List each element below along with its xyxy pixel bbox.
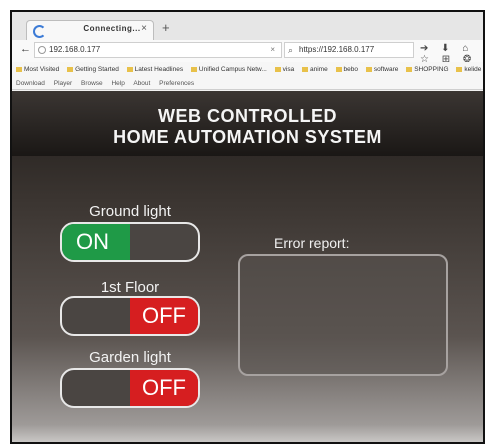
toggle-state-off: OFF xyxy=(130,370,198,406)
tab-title: Connecting... xyxy=(83,24,141,33)
addon-about[interactable]: About xyxy=(133,80,150,87)
bookmark-item[interactable]: Getting Started xyxy=(67,66,119,73)
addon-browse[interactable]: Browse xyxy=(81,80,103,87)
addon-preferences[interactable]: Preferences xyxy=(159,80,194,87)
bookmark-item[interactable]: Latest Headlines xyxy=(126,66,183,73)
ground-light-toggle[interactable]: ON xyxy=(60,222,200,262)
garden-light-toggle[interactable]: OFF xyxy=(60,368,200,408)
toggle-state-on: ON xyxy=(62,224,130,260)
new-tab-button[interactable]: + xyxy=(162,20,170,36)
error-report-label: Error report: xyxy=(274,235,350,251)
addon-toolbar: Download Player Browse Help About Prefer… xyxy=(12,77,483,90)
page-title-line1: WEB CONTROLLED xyxy=(158,106,337,126)
first-floor-label: 1st Floor xyxy=(100,279,160,296)
bookmark-item[interactable]: Most Visited xyxy=(16,66,59,73)
address-bar[interactable]: 192.168.0.177 × xyxy=(34,42,282,58)
addon-help[interactable]: Help xyxy=(111,80,124,87)
clear-url-icon[interactable]: × xyxy=(270,43,275,57)
search-box[interactable]: ⌕ https://192.168.0.177 xyxy=(284,42,414,58)
site-info-icon[interactable] xyxy=(38,46,46,54)
page-title-line2: HOME AUTOMATION SYSTEM xyxy=(113,127,382,147)
browser-tab[interactable]: Connecting... × xyxy=(26,20,154,40)
bookmark-item[interactable]: visa xyxy=(274,66,294,73)
bookmark-item[interactable]: software xyxy=(365,66,398,73)
screenshot-frame: Connecting... × + ← 192.168.0.177 × ⌕ ht… xyxy=(10,10,485,444)
navigation-toolbar: ← 192.168.0.177 × ⌕ https://192.168.0.17… xyxy=(12,40,483,65)
toggle-state-off: OFF xyxy=(130,298,198,334)
tab-bar: Connecting... × + xyxy=(12,12,483,40)
bookmark-item[interactable]: bebo xyxy=(335,66,358,73)
error-report-box xyxy=(238,254,448,376)
bookmark-item[interactable]: anime xyxy=(302,66,328,73)
first-floor-toggle[interactable]: OFF xyxy=(60,296,200,336)
search-icon: ⌕ xyxy=(288,45,294,55)
addon-download[interactable]: Download xyxy=(16,80,45,87)
web-page: WEB CONTROLLED HOME AUTOMATION SYSTEM Gr… xyxy=(12,91,483,442)
bookmark-item[interactable]: SHOPPING xyxy=(406,66,449,73)
search-text: https://192.168.0.177 xyxy=(299,45,375,54)
loading-spinner-icon xyxy=(33,25,46,38)
address-text: 192.168.0.177 xyxy=(49,45,101,54)
addon-player[interactable]: Player xyxy=(54,80,72,87)
bookmarks-bar: Most Visited Getting Started Latest Head… xyxy=(12,62,483,77)
back-button[interactable]: ← xyxy=(20,43,31,55)
ground-light-label: Ground light xyxy=(89,203,171,220)
bookmark-item[interactable]: kelide xyxy=(456,66,481,73)
bookmark-item[interactable]: Unified Campus Netw... xyxy=(190,66,267,73)
tab-close-icon[interactable]: × xyxy=(141,23,147,34)
garden-light-label: Garden light xyxy=(89,349,171,366)
page-header: WEB CONTROLLED HOME AUTOMATION SYSTEM xyxy=(12,91,483,156)
